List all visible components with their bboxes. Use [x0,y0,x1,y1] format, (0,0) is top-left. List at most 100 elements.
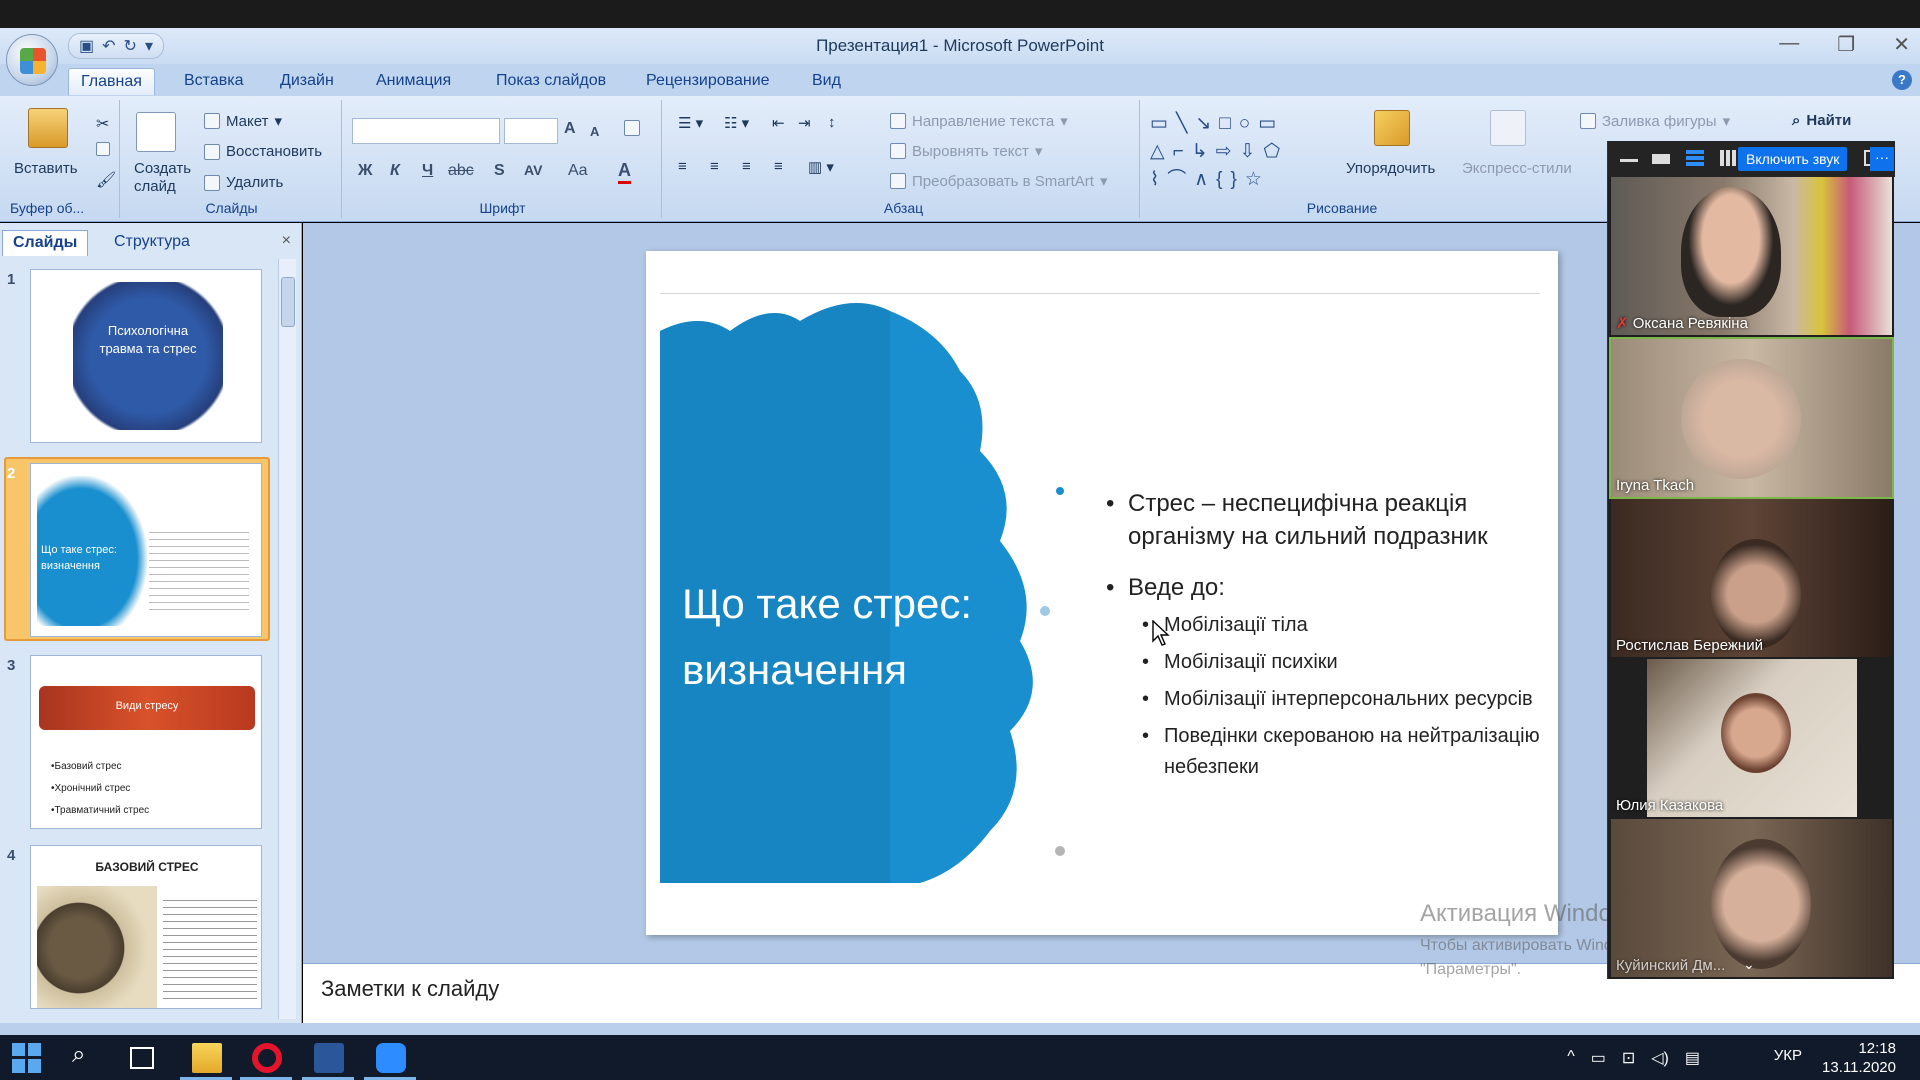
smartart-button[interactable]: Преобразовать в SmartArt ▾ [890,172,1107,190]
binoculars-icon: ⌕ [1792,112,1801,129]
word-icon[interactable] [314,1043,344,1073]
shape-fill-button[interactable]: Заливка фигуры ▾ [1580,112,1730,130]
slide-thumbnail-1[interactable]: Психологічна травма та стрес [30,269,262,443]
clipboard-group-label: Буфер об... [10,200,85,216]
shadow-button[interactable]: S [494,162,505,180]
align-center-icon[interactable]: ≡ [710,158,719,175]
shapes-gallery[interactable]: ▭╲↘□○▭ △⌐↳⇨⇩⬠ ⌇⌒∧{}☆ [1150,110,1320,194]
tray-expand-icon[interactable]: ^ [1567,1048,1575,1068]
columns-icon[interactable]: ▥ ▾ [808,158,834,176]
arrange-button[interactable]: Упорядочить [1346,160,1435,177]
shrink-font-button[interactable]: A [590,124,599,139]
align-text-button[interactable]: Выровнять текст ▾ [890,142,1042,160]
delete-slide-button[interactable]: Удалить [204,174,283,191]
tab-home[interactable]: Главная [68,68,155,95]
format-painter-icon[interactable]: 🖌 [96,170,116,190]
battery-icon[interactable]: ▭ [1591,1048,1606,1068]
tab-review[interactable]: Рецензирование [646,72,770,90]
system-tray: ^ ▭ ⊡ ◁) ▤ [1567,1048,1700,1068]
align-left-icon[interactable]: ≡ [678,158,687,175]
tab-outline[interactable]: Структура [104,230,200,256]
task-view-icon[interactable] [130,1047,154,1069]
participant-face [1681,187,1781,317]
arrange-icon[interactable] [1374,110,1410,146]
align-text-icon [890,143,906,159]
minimize-icon[interactable]: — [1779,32,1799,57]
search-icon[interactable]: ⌕ [72,1041,85,1069]
panel-close-icon[interactable]: × [282,232,291,250]
numbering-icon[interactable]: ☷ ▾ [724,114,749,132]
tab-slideshow[interactable]: Показ слайдов [496,72,606,90]
office-button[interactable] [6,34,58,86]
case-button[interactable]: Aa [568,162,588,180]
slide-thumbnail-2[interactable]: Що таке стрес: визначення [30,463,262,637]
cut-icon[interactable]: ✂ [96,114,109,134]
windows-taskbar: ⌕ ^ ▭ ⊡ ◁) ▤ УКР 12:18 13.11.2020 [0,1035,1920,1080]
slide-thumbnail-3[interactable]: Види стресу •Базовий стрес •Хронічний ст… [30,655,262,829]
align-right-icon[interactable]: ≡ [742,158,751,175]
scroll-thumb[interactable] [281,277,295,327]
quick-styles-button[interactable]: Экспресс-стили [1462,160,1572,177]
new-slide-button[interactable]: Создать слайд [134,160,194,196]
tab-design[interactable]: Дизайн [280,72,334,90]
font-color-button[interactable]: A [618,160,631,184]
network-icon[interactable]: ⊡ [1622,1048,1635,1068]
reset-button[interactable]: Восстановить [204,143,322,160]
gallery-view-icon[interactable] [1720,150,1738,166]
slide-thumbnail-4[interactable]: БАЗОВИЙ СТРЕС [30,845,262,1009]
font-size-select[interactable] [504,118,558,144]
grow-font-button[interactable]: A [564,120,576,138]
paste-icon[interactable] [28,108,68,148]
italic-button[interactable]: К [390,162,400,180]
tab-slides[interactable]: Слайды [2,230,89,256]
clear-format-icon[interactable] [624,120,640,136]
help-icon[interactable]: ? [1892,70,1912,90]
speaker-view-icon[interactable] [1652,154,1670,164]
input-language[interactable]: УКР [1774,1047,1802,1064]
strip-view-icon[interactable] [1686,150,1704,166]
current-slide[interactable]: Що таке стрес: визначення Стрес – неспец… [646,251,1558,935]
line-spacing-icon[interactable]: ↕ [828,114,836,131]
tab-view[interactable]: Вид [812,72,841,90]
text-direction-button[interactable]: Направление текста ▾ [890,112,1068,130]
justify-icon[interactable]: ≡ [774,158,783,175]
video-tile[interactable]: Ростислав Бережний [1611,499,1892,657]
layout-button[interactable]: Макет ▾ [204,112,282,130]
more-options-button[interactable]: ··· [1870,147,1894,171]
video-tile[interactable]: Юлия Казакова [1611,659,1892,817]
underline-button[interactable]: Ч [422,162,433,180]
strike-button[interactable]: abc [448,162,474,180]
video-tile[interactable]: ✗ Оксана Ревякіна [1611,177,1892,335]
minimize-gallery-icon[interactable] [1620,150,1638,162]
start-icon[interactable] [12,1043,42,1073]
video-tile[interactable]: Куйинский Дм... ⌄ [1611,819,1892,977]
chevron-down-icon[interactable]: ⌄ [1743,956,1755,973]
copy-icon[interactable] [96,142,110,156]
bold-button[interactable]: Ж [358,162,372,180]
font-name-select[interactable] [352,118,500,144]
opera-icon[interactable] [252,1043,282,1073]
thumb-list: •Базовий стрес •Хронічний стрес •Травмат… [51,761,150,816]
increase-indent-icon[interactable]: ⇥ [798,114,811,132]
bullets-icon[interactable]: ☰ ▾ [678,114,703,132]
taskbar-clock[interactable]: 12:18 13.11.2020 [1822,1039,1896,1077]
unmute-button[interactable]: Включить звук [1738,147,1848,171]
shape-fill-icon [1580,113,1596,129]
restore-icon[interactable]: ❐ [1837,32,1855,57]
paste-button[interactable]: Вставить [14,160,78,177]
panel-scrollbar[interactable] [278,259,296,1019]
new-slide-icon[interactable] [136,112,176,152]
quick-styles-icon[interactable] [1490,110,1526,146]
find-button[interactable]: ⌕ Найти [1792,112,1851,129]
spacing-button[interactable]: AV [524,162,542,178]
volume-icon[interactable]: ◁) [1651,1048,1669,1068]
tab-animation[interactable]: Анимация [376,72,451,90]
thumb-image [37,886,157,1008]
tab-insert[interactable]: Вставка [184,72,243,90]
decrease-indent-icon[interactable]: ⇤ [772,114,785,132]
video-tile[interactable]: Iryna Tkach [1609,337,1894,499]
close-icon[interactable]: ✕ [1893,32,1910,57]
notifications-icon[interactable]: ▤ [1685,1048,1700,1068]
zoom-app-icon[interactable] [376,1043,406,1073]
file-explorer-icon[interactable] [192,1043,222,1073]
